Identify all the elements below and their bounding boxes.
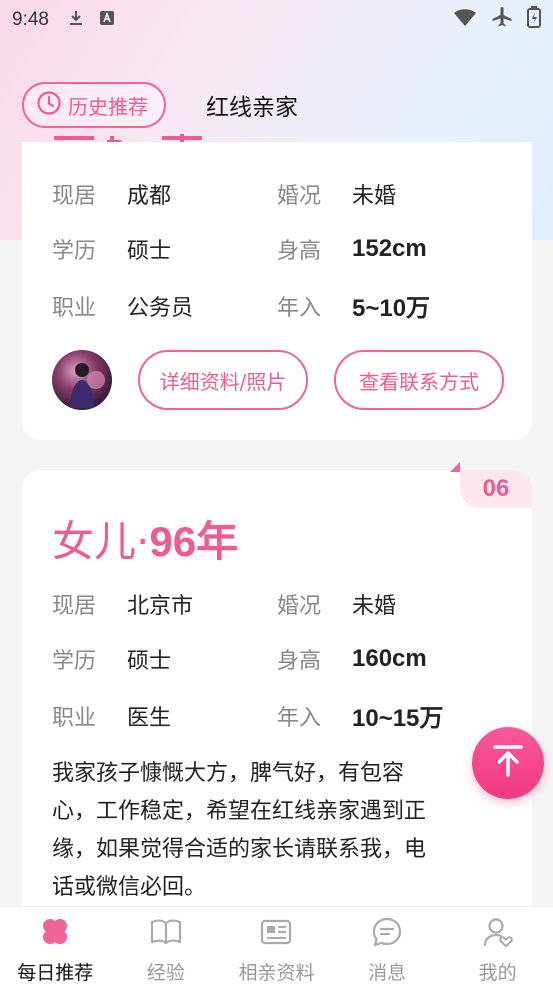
nav-item-daily-recommend[interactable]: 每日推荐 (0, 907, 111, 984)
card-title-clipped (52, 120, 212, 142)
history-recommend-label: 历史推荐 (68, 94, 148, 119)
value-education: 硕士 (127, 649, 172, 674)
description-line: 心，工作稳定，希望在红线亲家遇到正 (52, 799, 427, 824)
user-heart-icon (481, 915, 515, 958)
label-income: 年入 (277, 295, 322, 321)
nav-item-mine[interactable]: 我的 (442, 907, 553, 984)
info-row-occupation: 职业 公务员 年入 5~10万 (52, 288, 502, 323)
download-icon (67, 9, 85, 32)
profile-card: 06 女儿· 96年 现居 北京市 婚况 未婚 学历 硕士 身高 160cm 职… (22, 462, 532, 920)
info-row-occupation: 职业 医生 年入 10~15万 (52, 698, 502, 733)
title-relation: 女儿· (52, 517, 150, 566)
info-row-education: 学历 硕士 身高 160cm (52, 643, 502, 675)
label-occupation: 职业 (52, 295, 97, 321)
arrow-up-icon (489, 742, 527, 784)
profile-card: 现居 成都 婚况 未婚 学历 硕士 身高 152cm 职业 公务员 年入 5~1… (22, 134, 532, 440)
nav-item-experience[interactable]: 经验 (111, 907, 222, 984)
app-notification-icon (99, 10, 115, 31)
profile-description: 我家孩子慷慨大方，脾气好，有包容 心，工作稳定，希望在红线亲家遇到正 缘，如果觉… (52, 755, 512, 907)
info-row-residence: 现居 北京市 婚况 未婚 (52, 588, 502, 620)
wifi-icon (453, 7, 477, 33)
clock-icon (36, 90, 62, 121)
card-title: 女儿· 96年 (52, 508, 238, 569)
nav-label: 每日推荐 (17, 962, 94, 984)
view-contact-button[interactable]: 查看联系方式 (334, 350, 504, 410)
status-time: 9:48 (12, 9, 49, 30)
badge-tip (450, 462, 460, 472)
detail-photos-button[interactable]: 详细资料/照片 (138, 350, 308, 410)
nav-label: 我的 (478, 962, 517, 984)
bottom-nav: 每日推荐 经验 相亲资料 消息 我的 (0, 906, 553, 984)
value-occupation: 医生 (127, 705, 172, 731)
value-income: 10~15万 (352, 705, 444, 732)
description-line: 我家孩子慷慨大方，脾气好，有包容 (52, 761, 405, 786)
value-occupation: 公务员 (127, 295, 194, 321)
value-residence: 成都 (127, 184, 172, 209)
value-education: 硕士 (127, 239, 172, 264)
label-marital: 婚况 (277, 594, 322, 619)
value-marital: 未婚 (352, 184, 397, 209)
title-year: 96年 (149, 518, 239, 565)
rank-badge: 06 (460, 470, 532, 508)
value-height: 160cm (352, 645, 427, 672)
label-education: 学历 (52, 239, 97, 264)
battery-icon (527, 6, 541, 34)
label-residence: 现居 (52, 594, 97, 619)
chat-bubble-icon (370, 915, 404, 958)
clover-icon (38, 915, 72, 958)
label-marital: 婚况 (277, 184, 322, 209)
description-line: 话或微信必回。 (52, 875, 207, 900)
nav-label: 经验 (146, 962, 185, 984)
nav-label: 消息 (368, 962, 407, 984)
label-education: 学历 (52, 649, 97, 674)
nav-item-profiles[interactable]: 相亲资料 (221, 907, 332, 984)
value-residence: 北京市 (127, 594, 194, 619)
value-height: 152cm (352, 235, 427, 262)
label-height: 身高 (277, 649, 322, 674)
label-residence: 现居 (52, 184, 97, 209)
book-icon (149, 915, 183, 958)
back-to-top-button[interactable] (472, 727, 544, 799)
status-bar: 9:48 (0, 0, 553, 40)
value-income: 5~10万 (352, 295, 431, 322)
nav-item-messages[interactable]: 消息 (332, 907, 443, 984)
label-income: 年入 (277, 705, 322, 731)
tab-hongxian-qinjia[interactable]: 红线亲家 (206, 88, 298, 122)
info-row-residence: 现居 成都 婚况 未婚 (52, 178, 502, 210)
label-height: 身高 (277, 239, 322, 264)
info-row-education: 学历 硕士 身高 152cm (52, 233, 502, 265)
airplane-icon (491, 6, 513, 34)
label-occupation: 职业 (52, 705, 97, 731)
value-marital: 未婚 (352, 594, 397, 619)
description-line: 缘，如果觉得合适的家长请联系我，电 (52, 837, 427, 862)
nav-label: 相亲资料 (238, 962, 315, 984)
id-card-icon (259, 915, 293, 958)
avatar[interactable] (52, 350, 112, 410)
